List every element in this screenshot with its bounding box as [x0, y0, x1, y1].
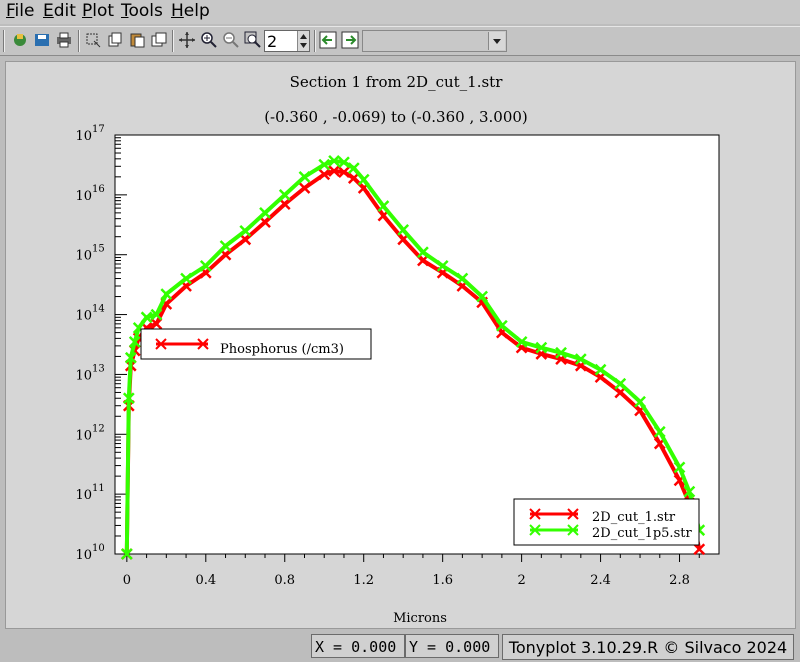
x-tick-label: 1.6	[432, 573, 453, 588]
menu-file[interactable]: File	[6, 1, 34, 21]
x-tick-label: 1.2	[353, 573, 374, 588]
zoom-out-icon[interactable]	[222, 31, 240, 49]
y-tick-exponent: 13	[92, 363, 105, 374]
save-icon[interactable]	[33, 31, 51, 49]
x-tick-label: 2.4	[590, 573, 611, 588]
x-tick-label: 2	[517, 573, 525, 588]
y-tick-label: 10	[75, 309, 92, 324]
quantity-legend: Phosphorus (/cm3)	[140, 328, 372, 360]
menubar: File Edit Plot Tools Help	[0, 0, 800, 24]
x-tick-label: 0.4	[195, 573, 216, 588]
menu-edit[interactable]: Edit	[43, 1, 76, 21]
y-tick-exponent: 12	[92, 423, 105, 434]
y-tick-exponent: 14	[92, 304, 105, 315]
chevron-down-icon	[493, 39, 501, 44]
y-tick-label: 10	[75, 129, 92, 144]
spin-arrows[interactable]	[297, 31, 309, 51]
spin-arrows-icon	[300, 34, 307, 48]
plot-title: Section 1 from 2D_cut_1.str	[290, 73, 504, 91]
previous-frame-icon[interactable]	[319, 31, 337, 49]
version-credit: Tonyplot 3.10.29.R © Silvaco 2024	[502, 634, 794, 660]
x-tick-label: 2.8	[669, 573, 690, 588]
y-tick-label: 10	[75, 249, 92, 264]
next-frame-icon[interactable]	[341, 31, 359, 49]
quantity-legend-label: Phosphorus (/cm3)	[220, 342, 344, 357]
toolbar-grip	[3, 30, 5, 52]
combo-arrow[interactable]	[488, 32, 505, 50]
zoom-box-icon[interactable]	[244, 31, 262, 49]
y-tick-label: 10	[75, 548, 92, 563]
y-coordinate-readout: Y = 0.000	[405, 634, 499, 658]
copy-icon[interactable]	[106, 31, 124, 49]
file-legend-label-2: 2D_cut_1p5.str	[592, 526, 692, 541]
toolbar: 2	[0, 26, 800, 56]
frame-spinbox[interactable]: 2	[264, 30, 310, 52]
y-tick-exponent: 10	[92, 543, 105, 554]
select-icon[interactable]	[84, 31, 102, 49]
paste-icon[interactable]	[128, 31, 146, 49]
y-tick-label: 10	[75, 368, 92, 383]
zoom-in-icon[interactable]	[200, 31, 218, 49]
file-legend-label-1: 2D_cut_1.str	[592, 510, 676, 525]
y-tick-exponent: 11	[92, 483, 105, 494]
y-tick-exponent: 16	[92, 184, 105, 195]
print-icon[interactable]	[55, 31, 73, 49]
x-tick-label: 0.8	[274, 573, 295, 588]
combo-select[interactable]	[362, 30, 507, 52]
plot-panel: Section 1 from 2D_cut_1.str (-0.360 , -0…	[5, 61, 796, 629]
duplicate-icon[interactable]	[150, 31, 168, 49]
menu-plot[interactable]: Plot	[82, 1, 114, 21]
x-tick-label: 0	[123, 573, 131, 588]
menu-help[interactable]: Help	[171, 1, 210, 21]
y-tick-exponent: 17	[92, 124, 105, 135]
menu-tools[interactable]: Tools	[121, 1, 163, 21]
y-tick-exponent: 15	[92, 244, 105, 255]
x-axis-label: Microns	[393, 611, 447, 626]
y-tick-label: 10	[75, 428, 92, 443]
pan-icon[interactable]	[178, 31, 196, 49]
x-axis-ticks: 0 0.4 0.8 1.2 1.6 2 2.4 2.8	[123, 554, 700, 588]
plot-subtitle: (-0.360 , -0.069) to (-0.360 , 3.000)	[264, 108, 528, 126]
load-icon[interactable]	[11, 31, 29, 49]
y-tick-label: 10	[75, 189, 92, 204]
y-tick-label: 10	[75, 488, 92, 503]
file-legend: 2D_cut_1.str 2D_cut_1p5.str	[513, 498, 700, 546]
plot-canvas[interactable]: Section 1 from 2D_cut_1.str (-0.360 , -0…	[6, 62, 795, 628]
status-bar: X = 0.000 Y = 0.000 Tonyplot 3.10.29.R ©…	[0, 632, 800, 662]
x-coordinate-readout: X = 0.000	[311, 634, 405, 658]
